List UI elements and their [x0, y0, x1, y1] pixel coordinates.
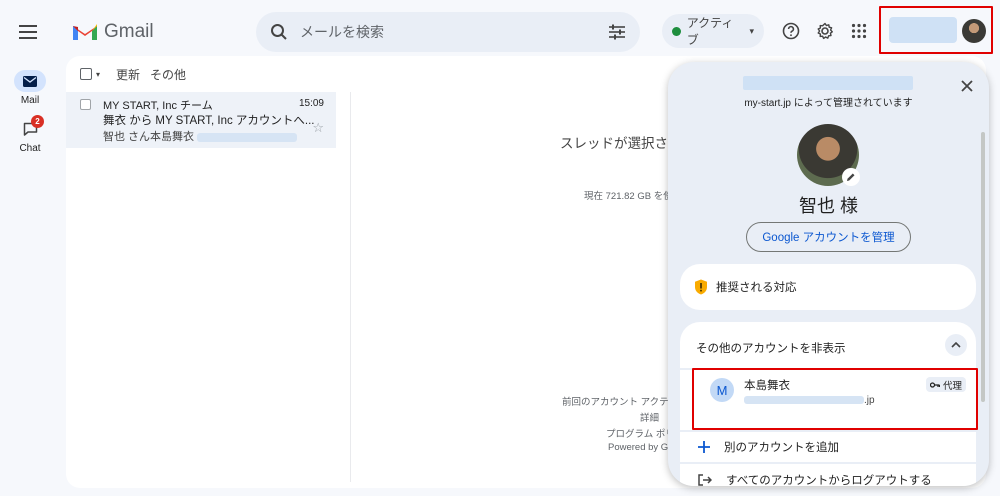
divider — [680, 430, 976, 432]
managed-by-text: my-start.jp によって管理されています — [744, 98, 913, 109]
hamburger-icon — [19, 25, 37, 39]
email-list-item[interactable]: MY START, Inc チーム 15:09 舞衣 から MY START, … — [66, 92, 336, 148]
chat-unread-badge: 2 — [31, 115, 44, 128]
rail-mail-label: Mail — [20, 95, 40, 106]
more-button[interactable]: その他 — [150, 66, 186, 83]
refresh-button[interactable]: 更新 — [116, 66, 140, 83]
settings-button[interactable] — [810, 16, 840, 46]
pane-divider — [350, 92, 351, 482]
collapse-accounts-button[interactable] — [945, 334, 967, 356]
program-policy-link[interactable]: プログラム ポリ — [606, 426, 675, 440]
plus-icon — [698, 441, 710, 453]
select-all-checkbox[interactable] — [80, 68, 92, 80]
last-activity-text: 前回のアカウント アクテ — [562, 397, 669, 408]
app-name: Gmail — [104, 21, 154, 42]
rail-mail[interactable]: Mail — [14, 70, 46, 106]
status-dot-icon — [672, 26, 681, 36]
search-options-icon[interactable] — [608, 24, 626, 40]
other-account-item[interactable] — [692, 368, 978, 430]
account-button-highlight[interactable] — [879, 6, 993, 54]
search-bar[interactable] — [256, 12, 640, 52]
close-popover-button[interactable] — [955, 74, 979, 98]
no-thread-message: スレッドが選択され — [560, 136, 682, 151]
apps-grid-icon — [851, 23, 867, 39]
mail-icon — [23, 75, 37, 87]
hide-other-accounts-label[interactable]: その他のアカウントを非表示 — [696, 340, 846, 356]
account-popover: my-start.jp によって管理されています 智也 様 Google アカウ… — [668, 62, 989, 486]
email-checkbox[interactable] — [80, 99, 91, 110]
email-sender: MY START, Inc チーム — [103, 100, 213, 112]
powered-by-text: Powered by G — [608, 442, 669, 453]
chevron-up-icon — [951, 342, 961, 348]
status-selector[interactable]: アクティブ ▾ — [662, 14, 764, 48]
edit-avatar-button[interactable] — [842, 168, 860, 186]
logout-icon — [698, 474, 712, 486]
mail-pill[interactable] — [14, 70, 46, 92]
rail-chat[interactable]: 2 Chat — [14, 115, 44, 154]
details-link[interactable]: 詳細 — [640, 410, 659, 424]
email-time: 15:09 — [298, 98, 324, 109]
account-email-redacted — [743, 76, 913, 90]
support-button[interactable] — [776, 16, 806, 46]
star-icon[interactable]: ☆ — [312, 120, 324, 136]
main-menu-button[interactable] — [14, 18, 42, 46]
close-icon — [961, 80, 973, 92]
popover-scrollbar[interactable] — [981, 132, 985, 402]
gmail-logo[interactable]: Gmail — [72, 18, 154, 46]
email-snippet-text: 智也 さん本島舞衣 — [103, 131, 195, 143]
redacted-email-text — [197, 132, 298, 142]
email-snippet: 智也 さん本島舞衣 — [103, 128, 298, 144]
help-icon — [782, 22, 800, 40]
logout-all-label: すべてのアカウントからログアウトする — [726, 475, 932, 486]
search-input[interactable] — [300, 24, 596, 40]
gmail-m-icon — [73, 24, 97, 40]
search-icon[interactable] — [270, 23, 288, 41]
chevron-down-icon: ▾ — [749, 25, 754, 36]
email-subject: 舞衣 から MY START, Inc アカウントへ... — [103, 115, 315, 127]
list-toolbar: ▾ 更新 その他 — [80, 64, 186, 84]
recommended-actions-label: 推奨される対応 — [716, 282, 797, 294]
gear-icon — [817, 22, 833, 40]
pencil-icon — [847, 173, 855, 181]
select-dropdown-chevron-icon[interactable]: ▾ — [96, 70, 100, 79]
add-account-label: 別のアカウントを追加 — [724, 442, 839, 454]
greeting-name: 智也 様 — [798, 196, 858, 216]
warning-shield-icon — [695, 279, 707, 295]
logout-all-button[interactable]: すべてのアカウントからログアウトする — [698, 472, 932, 486]
add-account-button[interactable]: 別のアカウントを追加 — [698, 439, 839, 455]
manage-google-account-button[interactable]: Google アカウントを管理 — [746, 222, 911, 252]
rail-chat-label: Chat — [19, 143, 41, 154]
divider — [680, 462, 976, 464]
status-label: アクティブ — [686, 16, 734, 47]
google-apps-button[interactable] — [844, 16, 874, 46]
recommended-actions-item[interactable]: 推奨される対応 — [680, 264, 976, 310]
storage-usage: 現在 721.82 GB を使 — [584, 191, 673, 202]
other-accounts-section: その他のアカウントを非表示 M 本島舞衣 .jp 代理 別のアカウントを追加 す… — [680, 322, 978, 486]
